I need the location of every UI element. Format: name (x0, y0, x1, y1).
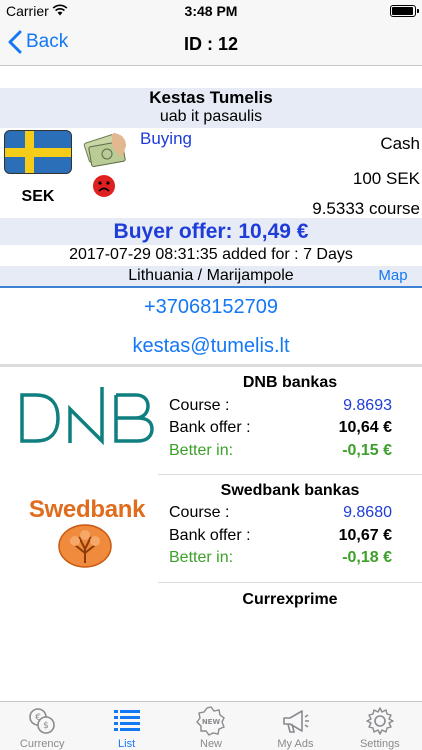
megaphone-icon (283, 710, 310, 733)
email-link[interactable]: kestas@tumelis.lt (0, 335, 422, 358)
tab-label: New (200, 738, 223, 750)
new-badge-icon: NEW (196, 706, 225, 736)
course-label: Course : (169, 397, 230, 414)
svg-text:€: € (35, 713, 41, 723)
better-label: Better in: (169, 442, 234, 459)
swedbank-logo: Swedbank (28, 496, 146, 523)
added-date: 2017-07-29 08:31:35 added for : 7 Days (69, 246, 353, 263)
tab-label: My Ads (277, 738, 314, 750)
ad-course: 9.5333 course (312, 199, 420, 218)
tab-label: List (118, 738, 136, 750)
bank-offer-label: Bank offer : (169, 419, 251, 436)
money-icon (83, 133, 126, 167)
better-value: -0,15 € (342, 442, 392, 459)
ad-type: Buying (140, 129, 192, 148)
tab-bar: € $ Currency List NEW New My Ads Setting… (0, 701, 422, 750)
row-divider (158, 582, 422, 583)
tab-currency[interactable]: € $ Currency (0, 702, 84, 750)
phone-link[interactable]: +37068152709 (0, 296, 422, 319)
buyer-offer: Buyer offer: 10,49 € (0, 218, 422, 245)
bank-course-value: 9.8680 (343, 504, 392, 521)
svg-text:$: $ (43, 721, 49, 731)
oak-tree-icon (58, 524, 112, 568)
better-label: Better in: (169, 549, 234, 566)
list-icon (113, 710, 140, 731)
gear-icon (366, 707, 394, 735)
seller-company: uab it pasaulis (159, 108, 263, 125)
tab-settings[interactable]: Settings (338, 702, 422, 750)
tab-new[interactable]: NEW New (169, 702, 253, 750)
navigation-bar: Back ID : 12 (0, 22, 422, 66)
tab-label: Settings (359, 738, 400, 750)
tab-my-ads[interactable]: My Ads (253, 702, 337, 750)
location-row: Lithuania / Marijampole Map (0, 266, 422, 288)
bank-name: DNB bankas (242, 374, 338, 391)
bank-name: Currexprime (242, 591, 338, 608)
seller-header: Kestas Tumelis uab it pasaulis (0, 88, 422, 128)
currency-exchange-icon: € $ (29, 708, 56, 734)
bank-offer-value: 10,64 € (338, 419, 392, 436)
ad-amount: 100 SEK (352, 169, 420, 188)
dnb-logo (20, 387, 154, 446)
currency-code: SEK (21, 188, 55, 205)
seller-name: Kestas Tumelis (149, 88, 273, 107)
row-divider (158, 474, 422, 475)
bank-name: Swedbank bankas (220, 482, 360, 499)
payment-type: Cash (380, 134, 420, 153)
battery-icon (390, 5, 419, 17)
status-bar: Carrier 3:48 PM (0, 0, 422, 22)
course-label: Course : (169, 504, 230, 521)
bank-offer-label: Bank offer : (169, 527, 251, 544)
bank-offer-value: 10,67 € (338, 527, 392, 544)
tab-list[interactable]: List (84, 702, 168, 750)
bank-course-value: 9.8693 (343, 397, 392, 414)
tab-label: Currency (19, 738, 65, 750)
location-label: Lithuania / Marijampole (128, 267, 294, 284)
page-title: ID : 12 (183, 34, 239, 54)
map-button[interactable]: Map (364, 266, 422, 286)
better-value: -0,18 € (342, 549, 392, 566)
section-divider (0, 364, 422, 367)
clock: 3:48 PM (184, 3, 238, 19)
sad-face-icon (93, 175, 115, 197)
svg-text:NEW: NEW (202, 718, 221, 726)
sweden-flag-icon (4, 130, 72, 174)
